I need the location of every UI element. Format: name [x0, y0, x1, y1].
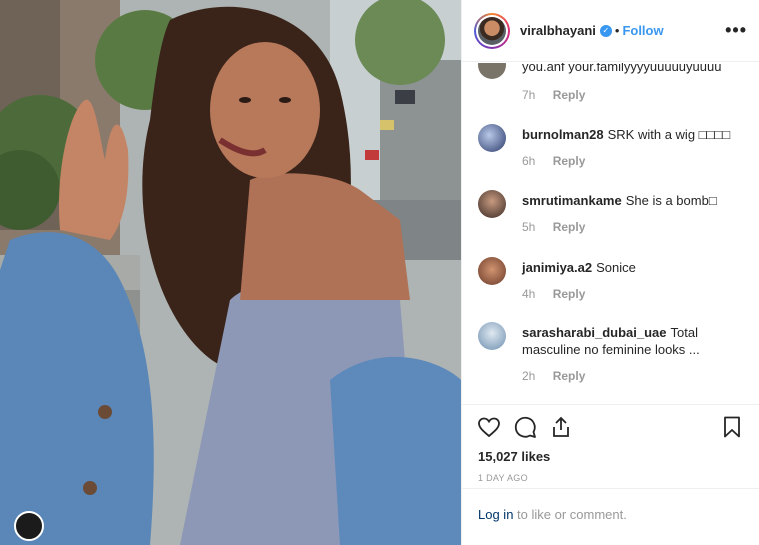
comment-text: you.anf your.familyyyyuuuuuyuuuu [522, 63, 722, 74]
verified-badge-icon: ✓ [599, 24, 612, 37]
comment-item: smrutimankame She is a bomb□ 5h Reply [478, 190, 748, 234]
commenter-avatar[interactable] [478, 63, 506, 79]
author-username[interactable]: viralbhayani [520, 23, 596, 38]
post-actions-section: 15,027 likes 1 DAY AGO [462, 404, 759, 483]
reply-button[interactable]: Reply [553, 369, 586, 383]
comment-text: Sonice [596, 260, 636, 275]
comment-list[interactable]: you.anf your.familyyyyuuuuuyuuuu 7h Repl… [462, 63, 759, 403]
comment-time: 2h [522, 369, 536, 383]
comment-time: 6h [522, 154, 536, 168]
follow-button[interactable]: Follow [622, 23, 663, 38]
comment-icon[interactable] [512, 414, 538, 440]
commenter-avatar[interactable] [478, 124, 506, 152]
post-header: viralbhayani ✓ • Follow ••• [462, 0, 759, 62]
header-separator: • [614, 23, 620, 38]
comment-time: 7h [522, 88, 536, 102]
comment-item: janimiya.a2 Sonice 4h Reply [478, 257, 748, 301]
post-timestamp: 1 DAY AGO [478, 473, 528, 483]
commenter-avatar[interactable] [478, 257, 506, 285]
commenter-username[interactable]: burnolman28 [522, 127, 604, 142]
heart-icon[interactable] [476, 414, 502, 440]
comment-item: sarasharabi_dubai_uae Total masculine no … [478, 322, 748, 383]
reply-button[interactable]: Reply [553, 287, 586, 301]
commenter-avatar[interactable] [478, 322, 506, 350]
bookmark-icon[interactable] [719, 414, 745, 440]
commenter-avatar[interactable] [478, 190, 506, 218]
tagged-user-indicator[interactable] [14, 511, 44, 541]
login-prompt: Log in to like or comment. [462, 488, 759, 545]
login-link[interactable]: Log in [478, 507, 513, 522]
like-count[interactable]: 15,027 likes [462, 449, 759, 467]
commenter-username[interactable]: sarasharabi_dubai_uae [522, 325, 667, 340]
reply-button[interactable]: Reply [553, 220, 586, 234]
author-avatar[interactable] [474, 12, 510, 49]
more-options-icon[interactable]: ••• [725, 20, 747, 41]
comment-time: 4h [522, 287, 536, 301]
commenter-username[interactable]: janimiya.a2 [522, 260, 592, 275]
post-side-panel: viralbhayani ✓ • Follow ••• you.anf your… [461, 0, 759, 545]
reply-button[interactable]: Reply [553, 88, 586, 102]
reply-button[interactable]: Reply [553, 154, 586, 168]
comment-text: SRK with a wig □□□□ [607, 127, 731, 142]
commenter-username[interactable]: smrutimankame [522, 193, 622, 208]
comment-item: you.anf your.familyyyyuuuuuyuuuu 7h Repl… [478, 63, 748, 102]
action-bar [462, 405, 759, 449]
share-icon[interactable] [548, 414, 574, 440]
comment-time: 5h [522, 220, 536, 234]
login-prompt-text: to like or comment. [513, 507, 627, 522]
comment-text: She is a bomb□ [625, 193, 717, 208]
photo-illustration [0, 0, 461, 545]
comment-item: burnolman28 SRK with a wig □□□□ 6h Reply [478, 124, 748, 168]
post-photo[interactable] [0, 0, 461, 545]
